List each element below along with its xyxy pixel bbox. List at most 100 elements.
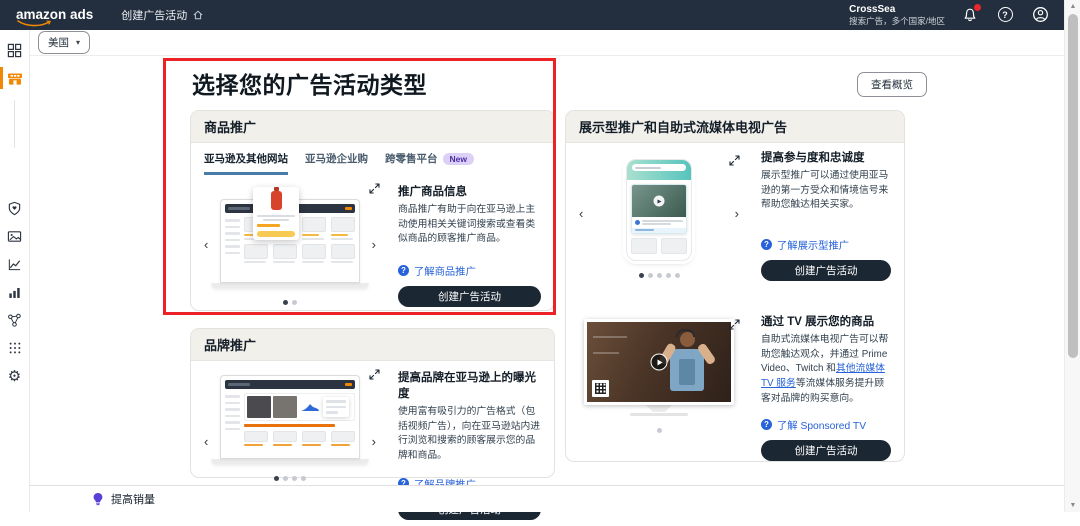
qr-code	[592, 380, 609, 397]
sidebar-item-campaigns[interactable]	[0, 64, 30, 92]
carousel-next-icon[interactable]: ›	[372, 238, 376, 251]
home-icon[interactable]	[192, 9, 204, 21]
create-campaign-button-sd[interactable]: 创建广告活动	[761, 260, 891, 281]
carousel-dots	[283, 300, 297, 305]
page-title: 创建广告活动	[121, 7, 204, 23]
image-icon	[7, 229, 22, 244]
region-toolbar: 美国 ▾	[30, 30, 1064, 56]
carousel-dot[interactable]	[639, 273, 644, 278]
tv-offer-title: 通过 TV 展示您的商品	[761, 313, 891, 329]
main-content: 选择您的广告活动类型 查看概览 商品推广 亚马逊及其他网站 亚马逊企业购 跨零售…	[30, 56, 1064, 485]
carousel-prev-icon[interactable]: ‹	[204, 238, 208, 251]
buy-button-mock	[257, 231, 295, 237]
top-nav-bar: amazon ads 创建广告活动 CrossSea 搜索广告，多个国家/地区 …	[0, 0, 1080, 30]
carousel-dot[interactable]	[274, 476, 279, 481]
top-right-controls: CrossSea 搜索广告，多个国家/地区 ?	[849, 3, 1050, 27]
view-overview-button[interactable]: 查看概览	[857, 72, 927, 97]
sp-offer-description: 商品推广有助于向在亚马逊上主动使用相关关键词搜索或查看类似商品的顾客推广商品。	[398, 203, 541, 247]
carousel-dot[interactable]	[675, 273, 680, 278]
create-campaign-button-tv[interactable]: 创建广告活动	[761, 440, 891, 461]
left-sidebar: ⚙	[0, 30, 30, 512]
carousel-next-icon[interactable]: ›	[372, 435, 376, 448]
account-info[interactable]: CrossSea 搜索广告，多个国家/地区	[849, 3, 945, 27]
sidebar-item-creative-assets[interactable]	[0, 222, 30, 250]
carousel-dot[interactable]	[283, 300, 288, 305]
scroll-up-icon[interactable]: ▲	[1065, 3, 1080, 10]
carousel-dot[interactable]	[301, 476, 306, 481]
sidebar-item-dashboard[interactable]	[0, 36, 30, 64]
sidebar-item-audiences[interactable]	[0, 306, 30, 334]
sidebar-item-apps[interactable]	[0, 334, 30, 362]
brand-accent-underline	[244, 424, 335, 427]
gear-icon: ⚙	[8, 369, 21, 384]
carousel-next-icon[interactable]: ›	[735, 207, 739, 220]
search-bar-mock	[632, 164, 686, 171]
account-menu-button[interactable]	[1030, 5, 1050, 25]
notification-dot	[974, 4, 981, 11]
carousel-dot[interactable]	[283, 476, 288, 481]
account-name: CrossSea	[849, 3, 945, 16]
help-button[interactable]: ?	[995, 5, 1015, 25]
shield-heart-icon	[7, 201, 22, 216]
amazon-smile-icon	[17, 20, 53, 27]
sb-offer-title: 提高品牌在亚马逊上的曝光度	[398, 369, 541, 401]
info-icon: ?	[761, 239, 772, 250]
sp-preview-image	[220, 199, 360, 288]
star-rating	[257, 224, 280, 227]
tv-offer-description: 自助式流媒体电视广告可以帮助您触达观众，并通过 Prime Video、Twit…	[761, 333, 891, 406]
sp-offer-title: 推广商品信息	[398, 183, 541, 199]
tv-person-image	[665, 332, 709, 402]
info-icon: ?	[761, 419, 772, 430]
carousel-dot[interactable]	[648, 273, 653, 278]
sponsored-tv-row: 通过 TV 展示您的商品 自助式流媒体电视广告可以帮助您触达观众，并通过 Pri…	[579, 313, 891, 460]
expand-icon[interactable]	[729, 319, 740, 330]
amazon-ads-logo[interactable]: amazon ads	[16, 8, 93, 22]
expand-icon[interactable]	[729, 155, 740, 166]
card-title-sponsored-products: 商品推广	[191, 111, 554, 143]
page-heading: 选择您的广告活动类型	[192, 66, 427, 100]
learn-sponsored-products-link[interactable]: ? 了解商品推广	[398, 263, 541, 278]
carousel-dot[interactable]	[292, 476, 297, 481]
tab-amazon-and-other-sites[interactable]: 亚马逊及其他网站	[204, 151, 288, 175]
scroll-down-icon[interactable]: ▼	[1065, 502, 1080, 509]
tab-cross-retail[interactable]: 跨零售平台 New	[385, 151, 474, 175]
carousel-prev-icon[interactable]: ‹	[579, 207, 583, 220]
sb-preview-image	[220, 375, 360, 464]
expand-icon[interactable]	[369, 183, 380, 194]
tab-amazon-business[interactable]: 亚马逊企业购	[305, 151, 368, 175]
carousel-dot[interactable]	[292, 300, 297, 305]
sidebar-item-measurement[interactable]	[0, 278, 30, 306]
learn-sponsored-display-link[interactable]: ? 了解展示型推广	[761, 237, 891, 252]
carousel-dots	[274, 476, 306, 481]
page-scrollbar[interactable]: ▲ ▼	[1064, 0, 1080, 512]
carousel-dot[interactable]	[657, 273, 662, 278]
question-icon: ?	[998, 7, 1013, 22]
tv-preview-image	[584, 319, 734, 416]
sponsored-brands-card: 品牌推广 ‹	[190, 328, 555, 478]
carousel-dot[interactable]	[666, 273, 671, 278]
carousel-dots	[657, 428, 662, 433]
carousel-dot[interactable]	[657, 428, 662, 433]
sp-tabs: 亚马逊及其他网站 亚马逊企业购 跨零售平台 New	[191, 143, 554, 175]
sidebar-item-insights[interactable]	[0, 250, 30, 278]
chevron-down-icon: ▾	[76, 38, 80, 47]
carousel-dots	[639, 273, 680, 278]
expand-icon[interactable]	[369, 369, 380, 380]
info-icon: ?	[398, 265, 409, 276]
learn-sponsored-tv-link[interactable]: ? 了解 Sponsored TV	[761, 417, 891, 432]
card-title-sponsored-brands: 品牌推广	[191, 329, 554, 361]
brand-banner-ad	[244, 393, 355, 421]
network-nodes-icon	[7, 313, 22, 328]
product-bottle-image	[271, 191, 282, 210]
sidebar-item-brand-protection[interactable]	[0, 194, 30, 222]
sd-offer-description: 展示型推广可以通过使用亚马逊的第一方受众和情境信号来帮助您触达相关买家。	[761, 169, 891, 213]
notifications-button[interactable]	[960, 5, 980, 25]
country-selector[interactable]: 美国 ▾	[38, 31, 90, 54]
create-campaign-button-sp[interactable]: 创建广告活动	[398, 286, 541, 307]
lightbulb-icon	[92, 492, 104, 506]
scrollbar-thumb[interactable]	[1068, 14, 1078, 358]
sidebar-item-settings[interactable]: ⚙	[0, 362, 30, 390]
carousel-prev-icon[interactable]: ‹	[204, 435, 208, 448]
boost-sales-footer[interactable]: 提高销量	[30, 485, 1064, 512]
line-chart-icon	[7, 257, 22, 272]
